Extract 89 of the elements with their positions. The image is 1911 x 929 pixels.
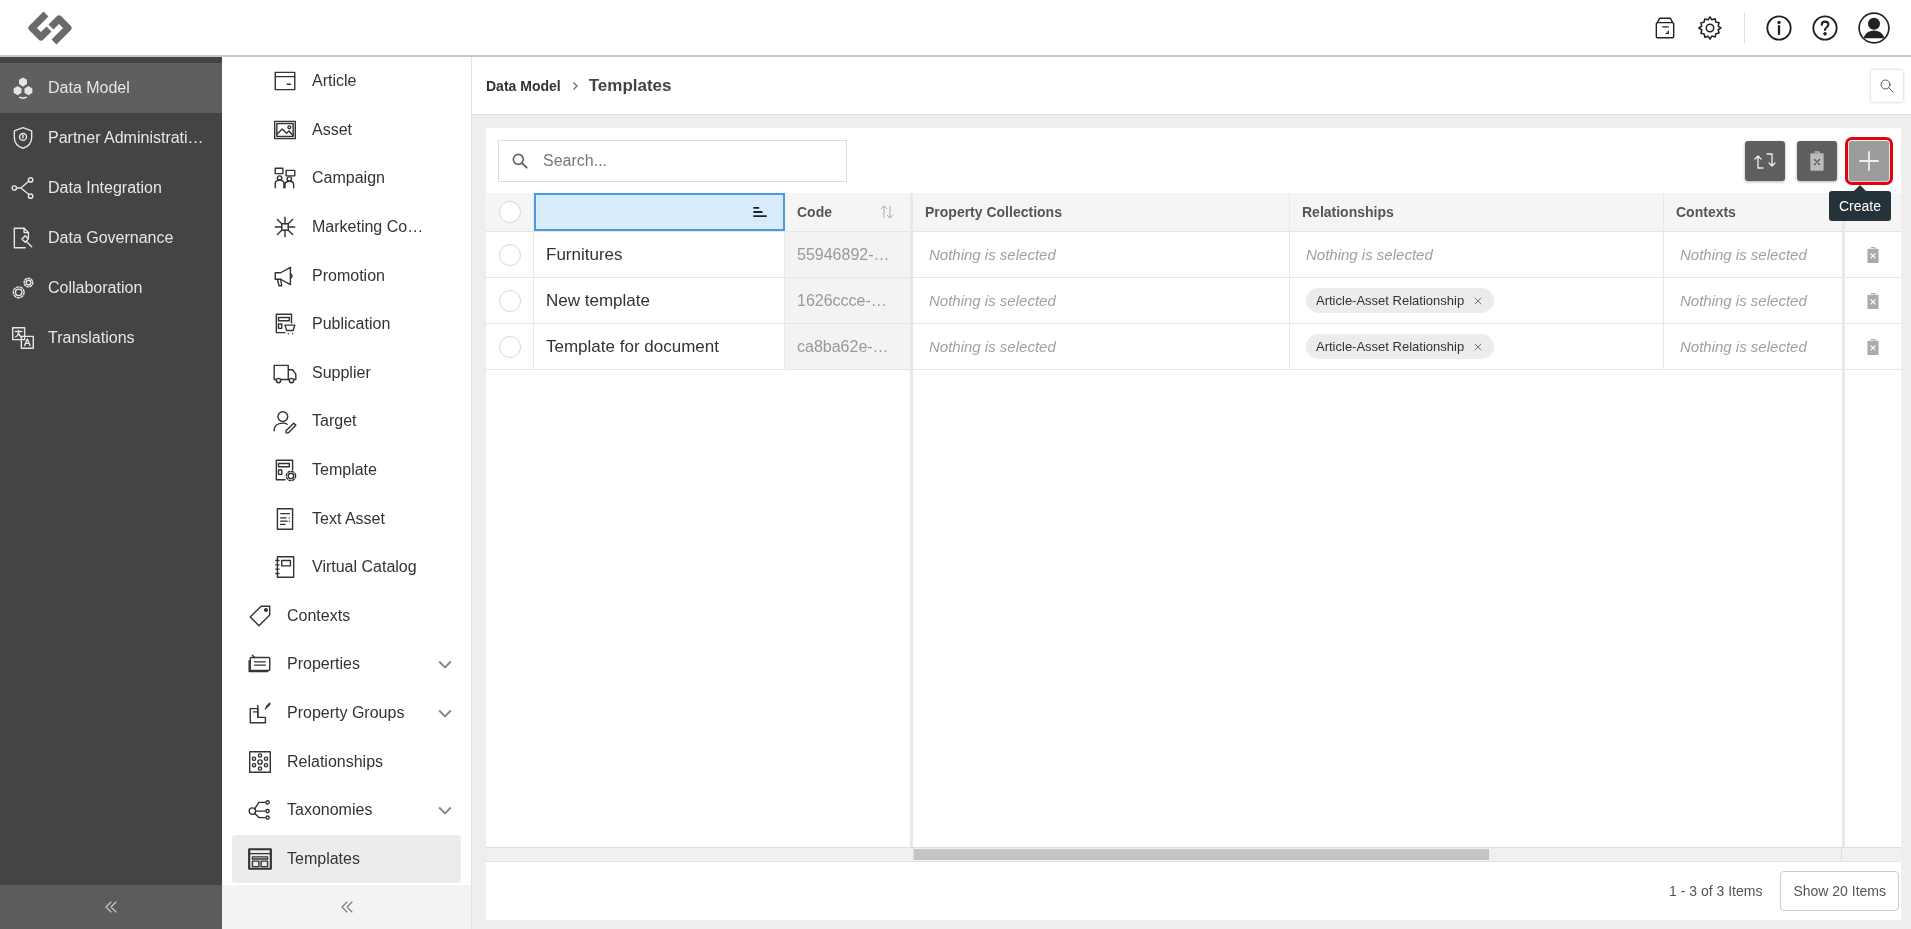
avatar-icon [1857, 10, 1891, 45]
search-button[interactable] [1871, 69, 1903, 102]
info-icon [1765, 13, 1793, 42]
page-size-button[interactable]: Show 20 Items [1780, 871, 1899, 911]
help-icon [1811, 13, 1839, 42]
menu-item[interactable]: Relationships [232, 737, 461, 786]
menu-item[interactable]: Promotion [232, 251, 461, 300]
breadcrumb-link[interactable]: Data Model [486, 77, 561, 94]
nav-label: Translations [48, 329, 135, 347]
tooltip: Create [1828, 184, 1891, 221]
empty-value: Nothing is selected [929, 338, 1056, 355]
column-label: Code [797, 204, 832, 220]
select-all-checkbox[interactable] [498, 201, 521, 223]
sort-arrows-icon[interactable] [878, 203, 896, 221]
nav-label: Partner Administrati… [48, 129, 204, 147]
delete-button[interactable] [1797, 140, 1837, 181]
search-field[interactable]: Search... [498, 139, 847, 182]
menu-item[interactable]: Publication [232, 299, 461, 349]
menu-label: Property Groups [287, 704, 405, 722]
menu-label: Contexts [287, 606, 351, 625]
column-header[interactable]: Property Collections [913, 193, 1290, 231]
menu-item[interactable]: Article [232, 57, 461, 106]
item-range: 1 - 3 of 3 Items [1669, 883, 1763, 899]
row-checkbox[interactable] [498, 335, 521, 358]
menu-label: Text Asset [312, 509, 385, 528]
sync-button[interactable] [1745, 140, 1785, 181]
chip-label: Article-Asset Relationship [1316, 339, 1465, 354]
menu-item[interactable]: Marketing Co… [232, 202, 461, 252]
nav-label: Collaboration [48, 279, 143, 297]
menu-label: Templates [287, 849, 360, 868]
menu-item[interactable]: Taxonomies [232, 785, 461, 835]
menu-label: Asset [312, 120, 352, 139]
code-cell: 1626ccce-… [785, 278, 910, 323]
nav-item[interactable]: Collaboration [0, 263, 222, 313]
empty-value: Nothing is selected [1680, 292, 1807, 309]
nav-item[interactable]: Translations [0, 313, 222, 363]
building-blocks-icon [247, 700, 273, 726]
chip-label: Article-Asset Relationship [1316, 293, 1465, 308]
menu-label: Supplier [312, 363, 371, 382]
page-title: Templates [588, 75, 672, 96]
menu-label: Article [312, 72, 357, 91]
nav-label: Data Integration [48, 179, 162, 197]
row-checkbox[interactable] [498, 243, 521, 266]
menu-item[interactable]: Properties [232, 640, 461, 689]
menu-label: Campaign [312, 169, 385, 188]
menu-label: Virtual Catalog [312, 558, 417, 577]
share-nodes-icon [10, 175, 36, 201]
settings-icon [1696, 13, 1724, 42]
menu-label: Target [312, 412, 357, 431]
menu-item[interactable]: Campaign [232, 154, 461, 203]
nav-item[interactable]: Data Model [0, 63, 222, 113]
menu-label: Relationships [287, 752, 384, 771]
nav-label: Data Model [48, 79, 130, 97]
column-header[interactable]: Relationships [1290, 193, 1664, 231]
menu-label: Template [312, 461, 377, 480]
code-cell: 55946892-… [785, 232, 910, 277]
empty-value: Nothing is selected [1680, 338, 1807, 355]
menu-item[interactable]: Property Groups [232, 688, 461, 738]
menu-item[interactable]: Contexts [232, 591, 461, 641]
layout-icon [247, 845, 273, 872]
menu-label: Marketing Co… [312, 218, 424, 237]
nav-item[interactable]: Data Integration [0, 163, 222, 213]
menu-label: Taxonomies [287, 801, 373, 820]
scrollbar-thumb[interactable] [914, 849, 1489, 860]
menu-item[interactable]: Template [232, 445, 461, 495]
menu-item[interactable]: Target [232, 397, 461, 446]
search-icon [1878, 76, 1896, 95]
menu-label: Promotion [312, 266, 385, 285]
nav-item[interactable]: Partner Administrati… [0, 113, 222, 163]
menu-item[interactable]: Asset [232, 105, 461, 155]
person-pencil-icon [272, 408, 298, 435]
code-cell: ca8ba62e-… [785, 324, 910, 369]
gears-icon [10, 275, 36, 301]
nav-item[interactable]: Data Governance [0, 213, 222, 263]
empty-value: Nothing is selected [1306, 246, 1433, 263]
network-box-icon [247, 748, 273, 775]
plus-icon [1857, 148, 1881, 173]
empty-value: Nothing is selected [1680, 246, 1807, 263]
menu-item[interactable]: Supplier [232, 348, 461, 398]
translate-icon [10, 325, 36, 351]
empty-value: Nothing is selected [929, 246, 1056, 263]
menu-label: Properties [287, 655, 360, 674]
row-checkbox[interactable] [498, 289, 521, 312]
menu-label: Publication [312, 315, 391, 334]
nav-label: Data Governance [48, 229, 174, 247]
menu-item[interactable]: Text Asset [232, 494, 461, 543]
menu-item[interactable]: Virtual Catalog [232, 542, 461, 592]
empty-value: Nothing is selected [929, 292, 1056, 309]
menu-item[interactable]: Templates [232, 834, 461, 884]
